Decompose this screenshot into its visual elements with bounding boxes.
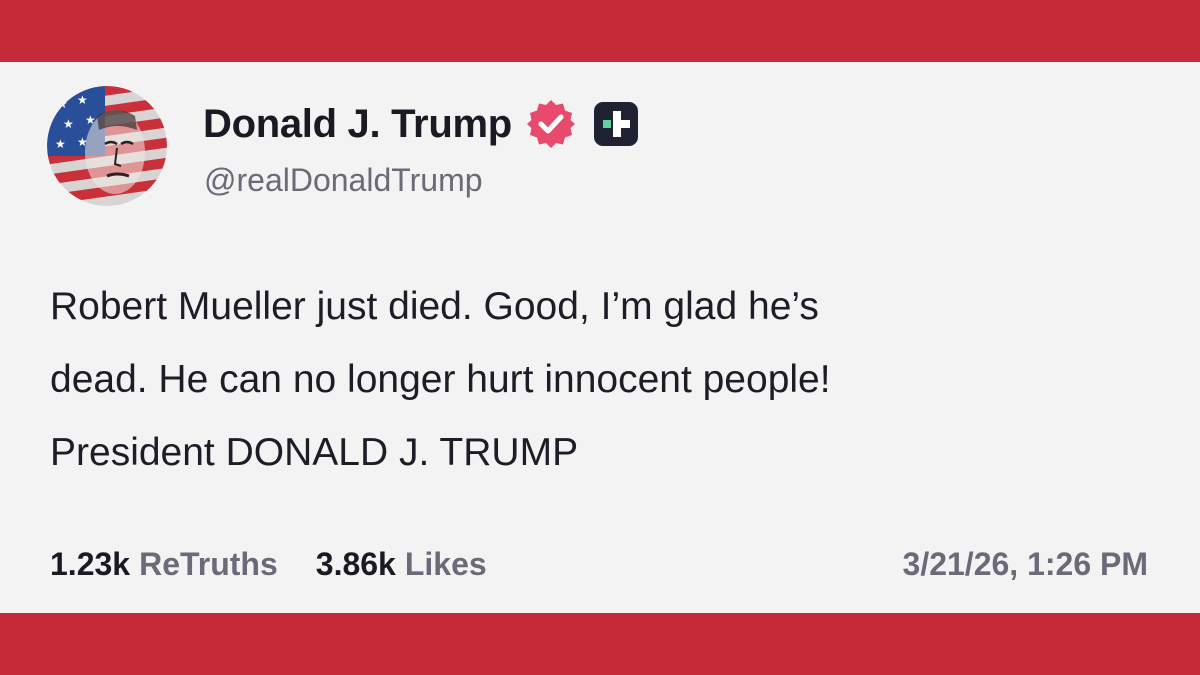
top-frame-band bbox=[0, 0, 1200, 62]
post-timestamp[interactable]: 3/21/26, 1:26 PM bbox=[903, 546, 1148, 583]
retruths-label: ReTruths bbox=[139, 546, 278, 582]
post-text-line: dead. He can no longer hurt innocent peo… bbox=[50, 358, 831, 401]
retruths-stat[interactable]: 1.23k ReTruths bbox=[50, 546, 278, 583]
post-stats: 1.23k ReTruths 3.86k Likes bbox=[50, 546, 487, 583]
post-body: Robert Mueller just died. Good, I’m glad… bbox=[50, 270, 1150, 489]
retruths-count: 1.23k bbox=[50, 546, 131, 582]
plus-badge-icon bbox=[592, 100, 640, 148]
avatar[interactable]: ★ ★ ★ ★ ★ ★ bbox=[47, 86, 167, 206]
flag-portrait-avatar: ★ ★ ★ ★ ★ ★ bbox=[47, 86, 167, 206]
post-text-line: Robert Mueller just died. Good, I’m glad… bbox=[50, 285, 819, 328]
verified-badge-icon bbox=[524, 97, 578, 151]
likes-label: Likes bbox=[404, 546, 487, 582]
likes-stat[interactable]: 3.86k Likes bbox=[316, 546, 487, 583]
svg-text:★: ★ bbox=[77, 93, 88, 107]
author-name-row: Donald J. Trump bbox=[203, 97, 640, 151]
post-text-line: President DONALD J. TRUMP bbox=[50, 431, 579, 474]
author-display-name[interactable]: Donald J. Trump bbox=[203, 102, 512, 147]
svg-text:★: ★ bbox=[63, 117, 74, 131]
likes-count: 3.86k bbox=[315, 546, 396, 582]
author-handle[interactable]: @realDonaldTrump bbox=[204, 162, 483, 199]
svg-text:★: ★ bbox=[55, 137, 66, 151]
bottom-frame-band bbox=[0, 613, 1200, 675]
